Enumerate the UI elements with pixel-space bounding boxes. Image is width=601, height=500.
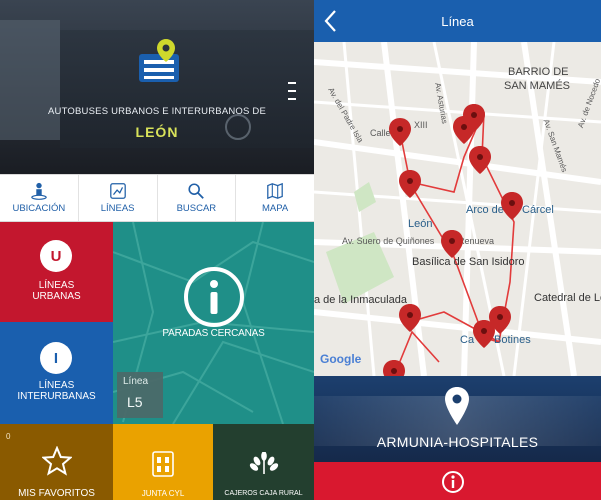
tile-fav-label: MIS FAVORITOS: [18, 488, 95, 499]
nav-mapa[interactable]: MAPA: [236, 175, 314, 221]
stop-marker[interactable]: [399, 170, 421, 198]
hero-city: LEÓN: [135, 124, 179, 140]
info-icon[interactable]: [441, 470, 465, 494]
line-detail-panel: Línea BARRIO DE SAN MAMÉS Av. Asturias A…: [314, 0, 601, 500]
info-icon: [184, 267, 244, 327]
star-icon: [42, 446, 72, 476]
tile-junta-label: JUNTA CYL: [141, 489, 185, 498]
castle-seal-icon: [152, 451, 174, 477]
stop-marker[interactable]: [469, 146, 491, 174]
nav-buscar[interactable]: BUSCAR: [158, 175, 237, 221]
nav-buscar-label: BUSCAR: [176, 203, 217, 214]
search-icon: [188, 183, 205, 199]
nav-mapa-label: MAPA: [262, 203, 289, 214]
nav-lineas-label: LÍNEAS: [100, 203, 135, 214]
page-title: Línea: [441, 14, 474, 29]
bus-urban-icon: U: [40, 240, 72, 272]
tile-junta-cyl[interactable]: JUNTA CYL: [113, 424, 213, 500]
stop-marker[interactable]: [389, 118, 411, 146]
stop-marker[interactable]: [501, 192, 523, 220]
current-line-label: Línea: [123, 376, 149, 387]
app-logo-icon: [139, 39, 179, 82]
stop-marker[interactable]: [399, 304, 421, 332]
main-nav: UBICACIÓN LÍNEAS BUSCAR MAPA: [0, 174, 314, 222]
home-panel: AUTOBUSES URBANOS E INTERURBANOS DE LEÓN…: [0, 0, 314, 500]
stop-marker[interactable]: [473, 320, 495, 348]
nav-ubicacion[interactable]: UBICACIÓN: [0, 175, 79, 221]
map-icon: [267, 182, 283, 200]
stop-marker[interactable]: [441, 230, 463, 258]
person-location-icon: [31, 182, 47, 200]
hero-subtitle: AUTOBUSES URBANOS E INTERURBANOS DE: [48, 106, 266, 117]
tile-lineas-interurbanas[interactable]: I LÍNEAS INTERURBANAS: [0, 322, 113, 424]
tile-lineas-urbanas[interactable]: U LÍNEAS URBANAS: [0, 222, 113, 322]
current-line-box[interactable]: Línea L5: [117, 372, 163, 418]
tile-caja-label: CAJEROS CAJA RURAL: [224, 490, 303, 497]
stop-marker[interactable]: [383, 360, 405, 376]
nav-lineas[interactable]: LÍNEAS: [79, 175, 158, 221]
tile-paradas-label: PARADAS CERCANAS: [162, 328, 265, 339]
bus-window-left: [0, 20, 60, 140]
bus-intercity-icon: I: [40, 342, 72, 374]
hero-banner: AUTOBUSES URBANOS E INTERURBANOS DE LEÓN: [0, 0, 314, 174]
marker-layer: [383, 104, 523, 376]
favorites-count: 0: [6, 432, 11, 441]
stop-name: ARMUNIA-HOSPITALES: [376, 434, 539, 450]
selected-stop-banner: ARMUNIA-HOSPITALES: [314, 376, 601, 462]
tile-inter-label: LÍNEAS INTERURBANAS: [17, 380, 96, 402]
route-map-icon: [109, 183, 126, 199]
tile-urbanas-label: LÍNEAS URBANAS: [32, 280, 81, 302]
location-pin-icon: [445, 387, 469, 425]
tile-cajeros-caja-rural[interactable]: CAJEROS CAJA RURAL: [213, 424, 314, 500]
wheat-logo-icon: [249, 452, 279, 474]
current-line-value: L5: [127, 394, 143, 410]
nav-ubicacion-label: UBICACIÓN: [12, 203, 66, 214]
menu-icon[interactable]: [288, 78, 298, 106]
app-header: Línea: [314, 0, 601, 42]
route-map[interactable]: BARRIO DE SAN MAMÉS Av. Asturias Av. del…: [314, 42, 601, 376]
tile-mis-favoritos[interactable]: MIS FAVORITOS: [0, 424, 113, 500]
